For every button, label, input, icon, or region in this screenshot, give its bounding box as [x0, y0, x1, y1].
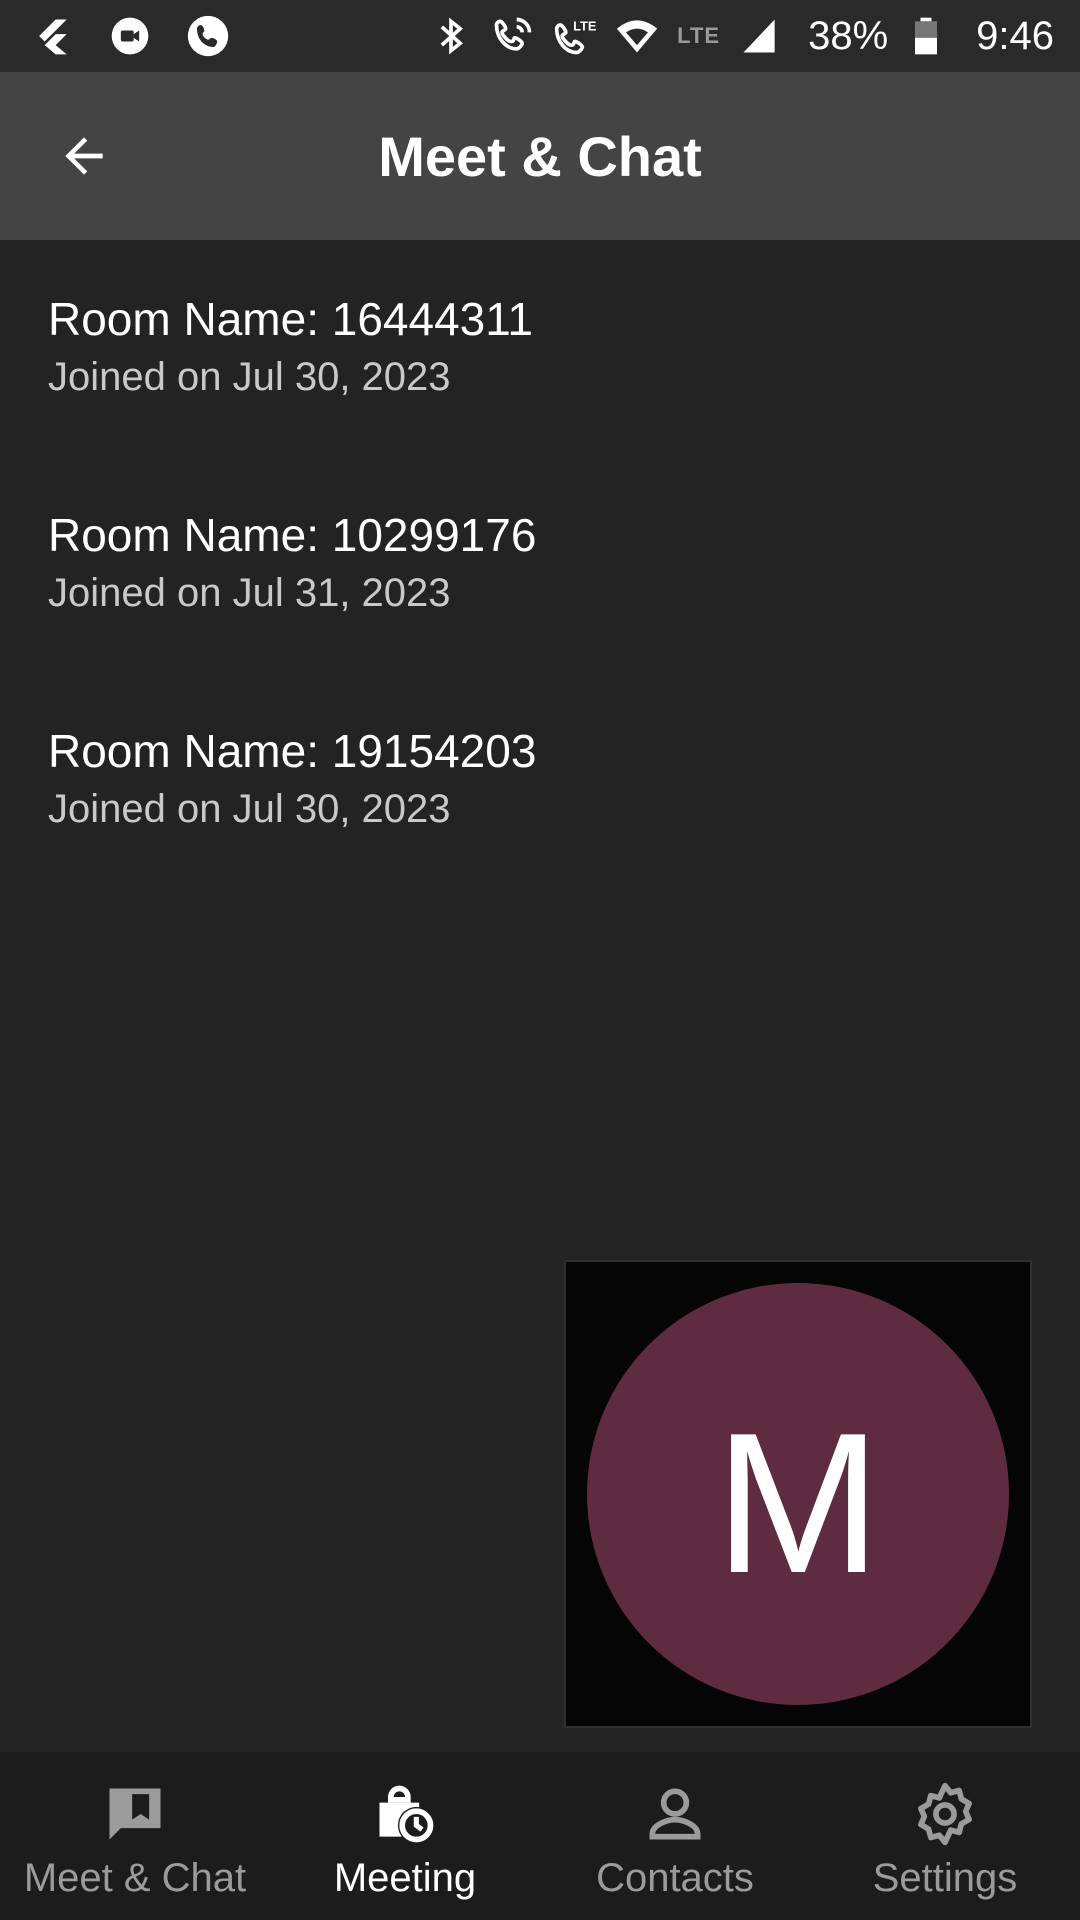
app-bar: Meet & Chat [0, 72, 1080, 240]
video-call-notification-icon [108, 14, 152, 58]
volte-call-icon: LTE [553, 14, 597, 58]
nav-label: Settings [872, 1856, 1018, 1900]
wifi-icon [615, 14, 659, 58]
room-joined-date: Joined on Jul 30, 2023 [48, 787, 451, 831]
avatar: M [587, 1283, 1009, 1705]
avatar-initial: M [714, 1392, 882, 1615]
svg-text:LTE: LTE [573, 19, 597, 34]
nav-item-meeting[interactable]: Meeting [270, 1752, 540, 1920]
room-joined-date: Joined on Jul 31, 2023 [48, 571, 451, 615]
battery-icon [904, 14, 948, 58]
nav-label: Contacts [596, 1856, 754, 1900]
wifi-calling-icon [491, 14, 535, 58]
room-name: Room Name: 19154203 [48, 725, 537, 777]
room-joined-date: Joined on Jul 30, 2023 [48, 355, 451, 399]
self-video-preview[interactable]: M [564, 1260, 1032, 1728]
nav-item-meet-chat[interactable]: Meet & Chat [0, 1752, 270, 1920]
bluetooth-icon [429, 14, 473, 58]
room-name: Room Name: 10299176 [48, 509, 537, 561]
person-icon [641, 1780, 709, 1848]
chat-bookmark-icon [101, 1780, 169, 1848]
flutter-icon [30, 14, 74, 58]
room-list-item[interactable]: Room Name: 10299176 Joined on Jul 31, 20… [0, 456, 1080, 672]
room-list-item[interactable]: Room Name: 16444311 Joined on Jul 30, 20… [0, 240, 1080, 456]
battery-percent: 38% [808, 13, 889, 58]
nav-item-contacts[interactable]: Contacts [540, 1752, 810, 1920]
room-list-item[interactable]: Room Name: 19154203 Joined on Jul 30, 20… [0, 672, 1080, 888]
room-name: Room Name: 16444311 [48, 293, 533, 345]
lte-label: LTE [677, 23, 721, 48]
cell-signal-icon [738, 14, 782, 58]
nav-label: Meet & Chat [23, 1856, 247, 1900]
bottom-navigation: Meet & Chat Meeting Contacts Settings [0, 1752, 1080, 1920]
bag-clock-icon [371, 1780, 439, 1848]
nav-label: Meeting [333, 1856, 477, 1900]
status-bar: LTE LTE 38% 9:46 [0, 0, 1080, 72]
nav-item-settings[interactable]: Settings [810, 1752, 1080, 1920]
clock-time: 9:46 [976, 13, 1054, 58]
phone-notification-icon [186, 14, 230, 58]
back-button[interactable] [48, 120, 120, 192]
room-history-list: Room Name: 16444311 Joined on Jul 30, 20… [0, 240, 1080, 888]
arrow-back-icon [65, 137, 103, 175]
gear-icon [911, 1780, 979, 1848]
page-title: Meet & Chat [378, 124, 702, 188]
